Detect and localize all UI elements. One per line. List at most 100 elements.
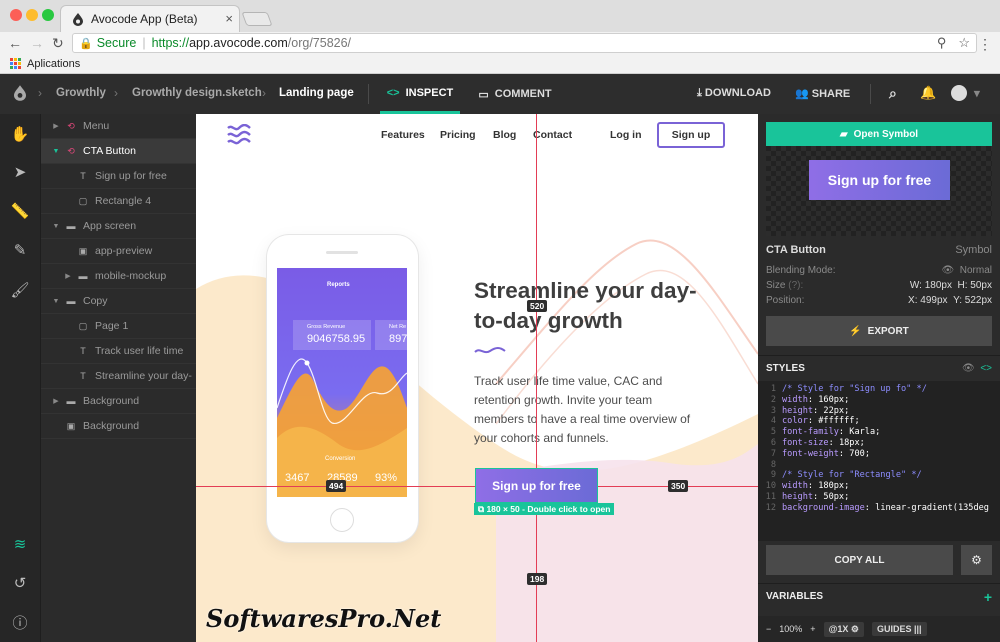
nav-contact-link[interactable]: Contact [533, 129, 572, 141]
caret-down-icon[interactable]: ▼ [51, 148, 61, 155]
breadcrumb-file[interactable]: Growthly design.sketch [132, 87, 262, 99]
export-button[interactable]: ⚡ EXPORT [766, 316, 992, 346]
info-icon[interactable]: ⓘ [0, 610, 40, 634]
reload-icon[interactable]: ↻ [52, 35, 64, 52]
layer-row[interactable]: ▣ app-preview [41, 239, 197, 264]
nav-signup-button[interactable]: Sign up [657, 122, 725, 148]
eye-icon[interactable]: 👁 [962, 363, 975, 374]
hand-tool-icon[interactable]: ✋ [0, 122, 40, 146]
breadcrumb-project[interactable]: Growthly [56, 87, 106, 99]
layer-text-icon: T [80, 346, 86, 356]
history-icon[interactable]: ↺ [0, 571, 40, 595]
growthly-logo-icon[interactable] [227, 124, 251, 146]
chevron-down-icon[interactable]: ▾ [974, 86, 980, 100]
layer-row[interactable]: ▼ ⟲ CTA Button [41, 139, 197, 164]
open-symbol-button[interactable]: ▰ Open Symbol [766, 122, 992, 146]
guides-toggle[interactable]: GUIDES ||| [871, 622, 927, 636]
zoom-level[interactable]: 100% [779, 624, 802, 634]
code-view-icon[interactable]: <> [980, 363, 992, 374]
copy-all-button[interactable]: COPY ALL [766, 545, 953, 575]
layer-rect-icon: ▢ [78, 195, 88, 206]
code-value: 18px [838, 437, 860, 448]
tab-inspect[interactable]: <> INSPECT [380, 74, 460, 114]
browser-tab[interactable]: Avocode App (Beta) × [60, 5, 240, 32]
new-tab-button[interactable] [241, 12, 273, 26]
back-icon[interactable]: ← [8, 35, 22, 51]
user-avatar[interactable] [951, 85, 967, 101]
tab-comment[interactable]: ▭ COMMENT [470, 74, 560, 114]
code-property: font-size [782, 437, 829, 448]
brush-icon[interactable]: 🖌 [0, 278, 40, 302]
visibility-eye-icon[interactable]: 👁 [942, 265, 960, 276]
caret-down-icon[interactable]: ▼ [51, 298, 61, 305]
nav-blog-link[interactable]: Blog [493, 129, 516, 141]
notifications-bell-icon[interactable]: 🔔 [920, 85, 936, 101]
select-pointer-icon[interactable]: ➤ [0, 160, 40, 184]
share-button[interactable]: 👥 SHARE [795, 87, 850, 100]
scale-selector[interactable]: @1X ⚙ [823, 621, 864, 637]
settings-gear-icon[interactable]: ⚙ [961, 545, 992, 575]
layer-row[interactable]: ▶ ▬ Background [41, 389, 197, 414]
address-bar[interactable]: 🔒 Secure | https:// app.avocode.com /org… [72, 33, 977, 53]
close-tab-icon[interactable]: × [225, 11, 233, 26]
layer-row[interactable]: ▼ ▬ App screen [41, 214, 197, 239]
hero-cta-button[interactable]: Sign up for free [475, 468, 598, 503]
window-minimize-button[interactable] [26, 9, 38, 21]
layer-row[interactable]: ▢ Rectangle 4 [41, 189, 197, 214]
layer-text-icon: T [80, 171, 86, 181]
inspector-panel: ▰ Open Symbol Sign up for free CTA Butto… [758, 114, 1000, 642]
layer-label: Copy [83, 295, 108, 307]
caret-right-icon[interactable]: ▶ [63, 272, 73, 280]
size-height[interactable]: H: 50px [958, 280, 992, 291]
layer-row[interactable]: T Streamline your day- [41, 364, 197, 389]
design-canvas[interactable]: Features Pricing Blog Contact Log in Sig… [196, 114, 758, 642]
bookmark-applications[interactable]: Aplications [27, 58, 80, 70]
window-zoom-button[interactable] [42, 9, 54, 21]
search-icon[interactable]: ⌕ [889, 85, 897, 102]
layer-row[interactable]: T Sign up for free [41, 164, 197, 189]
position-y[interactable]: Y: 522px [953, 295, 992, 306]
forward-icon[interactable]: → [30, 35, 44, 51]
color-picker-icon[interactable]: ✎ [0, 238, 40, 262]
phone-reports-title: Reports [327, 282, 350, 288]
layer-row[interactable]: ▢ Page 1 [41, 314, 197, 339]
bookmark-star-icon[interactable]: ☆ [958, 35, 970, 51]
avocode-logo-icon[interactable] [14, 85, 26, 104]
apps-grid-icon[interactable] [10, 58, 21, 69]
css-code-block[interactable]: 1/* Style for "Sign up fo" */2 width: 160… [758, 381, 1000, 541]
net-revenue-label: Net Re [389, 324, 407, 330]
browser-menu-icon[interactable]: ⋮ [978, 36, 992, 53]
zoom-out-button[interactable]: − [766, 624, 771, 634]
zoom-in-button[interactable]: + [810, 624, 815, 634]
caret-right-icon[interactable]: ▶ [51, 122, 61, 130]
layers-icon[interactable]: ≋ [0, 532, 40, 556]
size-help-icon[interactable]: (?): [788, 280, 803, 291]
layer-row[interactable]: ▶ ⟲ Menu [41, 114, 197, 139]
phone-mockup[interactable]: Reports Gross Revenue 9046758.95 Net Re … [267, 235, 418, 542]
code-line: 7 font-weight: 700; [758, 449, 1000, 460]
add-variable-icon[interactable]: + [984, 589, 992, 605]
layer-row[interactable]: T Track user life time [41, 339, 197, 364]
caret-down-icon[interactable]: ▼ [51, 223, 61, 230]
hero-title[interactable]: Streamline your day-to-day growth [474, 276, 704, 336]
layer-row[interactable]: ▼ ▬ Copy [41, 289, 197, 314]
layer-label: Streamline your day- [95, 370, 192, 382]
line-number: 8 [770, 459, 776, 470]
download-button[interactable]: ⤓ DOWNLOAD [697, 87, 771, 100]
window-close-button[interactable] [10, 9, 22, 21]
layer-folder-icon: ▬ [66, 296, 76, 306]
nav-login-link[interactable]: Log in [610, 129, 642, 141]
layer-label: Rectangle 4 [95, 195, 152, 207]
layer-row[interactable]: ▶ ▬ mobile-mockup [41, 264, 197, 289]
caret-right-icon[interactable]: ▶ [51, 397, 61, 405]
measure-ruler-icon[interactable]: 📏 [0, 199, 40, 223]
hero-body[interactable]: Track user life time value, CAC and rete… [474, 372, 699, 448]
nav-pricing-link[interactable]: Pricing [440, 129, 476, 141]
breadcrumb-artboard[interactable]: Landing page [279, 87, 354, 99]
size-width[interactable]: W: 180px [910, 280, 952, 291]
extension-icon[interactable]: ⚲ [937, 35, 947, 51]
nav-features-link[interactable]: Features [381, 129, 425, 141]
position-x[interactable]: X: 499px [908, 295, 947, 306]
code-value: 160px [818, 394, 845, 405]
layer-row[interactable]: ▣ Background [41, 414, 197, 439]
